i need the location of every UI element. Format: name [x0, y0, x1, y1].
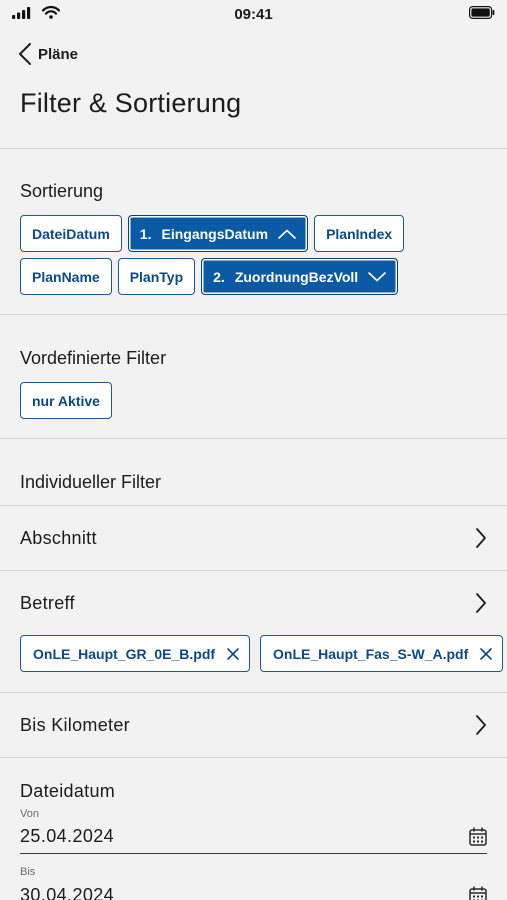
- status-bar: 09:41: [0, 0, 507, 30]
- chip-label: PlanIndex: [326, 225, 393, 242]
- nav-bar: Pläne: [0, 30, 507, 78]
- sort-chip-eingangsdatum[interactable]: 1. EingangsDatum: [127, 215, 309, 252]
- row-label: Betreff: [20, 592, 75, 613]
- predefined-chip-row: nur Aktive: [0, 382, 507, 419]
- close-icon: [480, 647, 493, 660]
- bis-label: Bis: [20, 866, 36, 878]
- predefined-filter-section: Vordefinierte Filter nur Aktive: [0, 315, 507, 438]
- chip-label: EingangsDatum: [161, 225, 269, 242]
- section-title-predefined: Vordefinierte Filter: [20, 348, 167, 368]
- sort-chip-plantyp[interactable]: PlanTyp: [117, 258, 196, 295]
- section-title-sorting: Sortierung: [20, 181, 104, 201]
- remove-tag-button[interactable]: [227, 647, 239, 660]
- betreff-tag-row: OnLE_Haupt_GR_0E_B.pdf OnLE_Haupt_Fas_S-…: [0, 635, 507, 692]
- chip-label: DateiDatum: [32, 225, 110, 242]
- close-icon: [227, 647, 239, 660]
- chevron-up-icon: [278, 229, 296, 239]
- sorting-section: Sortierung DateiDatum 1. EingangsDatum P…: [0, 149, 507, 314]
- status-time: 09:41: [234, 6, 273, 23]
- betreff-tag: OnLE_Haupt_Fas_S-W_A.pdf: [260, 635, 504, 672]
- von-date-field[interactable]: 25.04.2024: [20, 820, 487, 854]
- dateidatum-section: Dateidatum Von 25.04.2024 Bis 30.04.2024: [0, 758, 507, 900]
- battery: [469, 6, 495, 24]
- filter-row-betreff[interactable]: Betreff: [0, 571, 507, 635]
- section-title-individual: Individueller Filter: [20, 472, 162, 492]
- dateidatum-title: Dateidatum: [20, 781, 116, 801]
- chip-label: PlanName: [32, 268, 100, 285]
- chip-label: ZuordnungBezVoll: [234, 268, 359, 285]
- von-label: Von: [20, 808, 39, 820]
- sort-chip-row-2: PlanName PlanTyp 2. ZuordnungBezVoll: [0, 258, 507, 295]
- tag-label: OnLE_Haupt_GR_0E_B.pdf: [33, 645, 216, 662]
- sort-rank: 1.: [139, 225, 152, 242]
- chevron-right-icon: [476, 528, 486, 548]
- back-label: Pläne: [38, 45, 79, 63]
- sort-chip-row-1: DateiDatum 1. EingangsDatum PlanIndex: [0, 215, 507, 252]
- bis-date-value: 30.04.2024: [20, 884, 115, 900]
- filter-row-bis-kilometer[interactable]: Bis Kilometer: [0, 693, 507, 757]
- chip-label: PlanTyp: [129, 268, 184, 285]
- tag-label: OnLE_Haupt_Fas_S-W_A.pdf: [273, 645, 469, 662]
- sort-rank: 2.: [213, 268, 225, 285]
- filter-row-abschnitt[interactable]: Abschnitt: [0, 506, 507, 570]
- sort-chip-zuordnungbezvoll[interactable]: 2. ZuordnungBezVoll: [201, 258, 399, 295]
- von-date-value: 25.04.2024: [20, 826, 115, 846]
- calendar-icon[interactable]: [469, 827, 487, 846]
- chevron-left-icon: [19, 43, 31, 65]
- battery-icon: [469, 6, 495, 20]
- filter-chip-nur-aktive[interactable]: nur Aktive: [20, 382, 112, 419]
- sort-chip-dateidatum[interactable]: DateiDatum: [20, 215, 122, 252]
- row-label: Bis Kilometer: [20, 714, 130, 735]
- row-label: Abschnitt: [20, 527, 97, 548]
- back-button[interactable]: Pläne: [18, 42, 78, 66]
- sort-chip-planindex[interactable]: PlanIndex: [314, 215, 405, 252]
- individual-filter-section: Individueller Filter: [0, 439, 507, 505]
- calendar-icon[interactable]: [469, 885, 487, 900]
- page-title: Filter & Sortierung: [20, 88, 242, 118]
- chevron-down-icon: [368, 271, 387, 281]
- sort-chip-planname[interactable]: PlanName: [20, 258, 112, 295]
- chevron-right-icon: [476, 593, 486, 613]
- bis-date-field[interactable]: 30.04.2024: [20, 878, 487, 900]
- remove-tag-button[interactable]: [480, 647, 493, 660]
- chip-label: nur Aktive: [32, 392, 100, 409]
- betreff-tag: OnLE_Haupt_GR_0E_B.pdf: [20, 635, 251, 672]
- chevron-right-icon: [476, 715, 486, 735]
